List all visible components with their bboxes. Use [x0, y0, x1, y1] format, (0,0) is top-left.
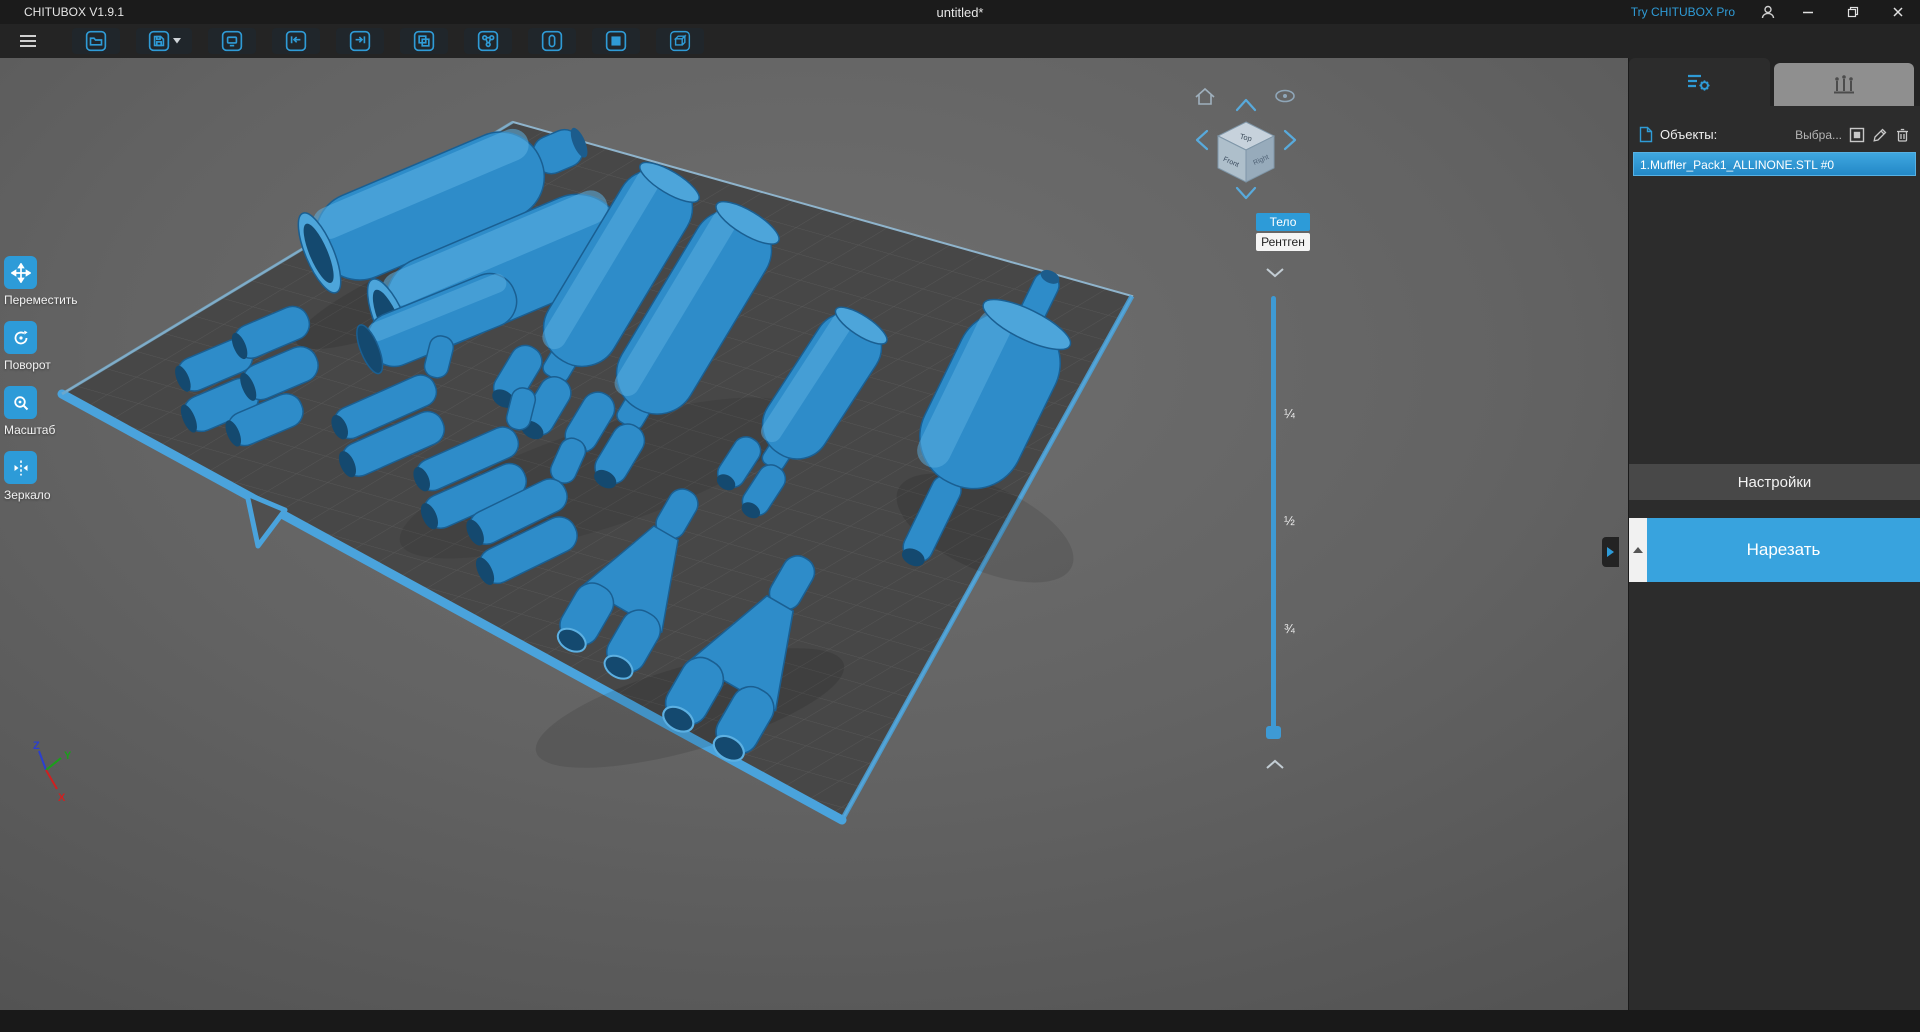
object-item-name: 1.Muffler_Pack1_ALLINONE.STL #0: [1640, 158, 1835, 172]
hollow-button[interactable]: [528, 28, 576, 54]
axis-z-label: Z: [33, 740, 40, 752]
minimize-button[interactable]: [1785, 0, 1830, 24]
edit-icon: [1873, 128, 1887, 142]
screenshot-button[interactable]: [208, 28, 256, 54]
axis-x-label: X: [58, 792, 66, 804]
resin-box-button[interactable]: [656, 28, 704, 54]
rotate-left-arrow[interactable]: [1195, 129, 1209, 151]
try-pro-link[interactable]: Try CHITUBOX Pro: [1631, 5, 1735, 19]
app-title: CHITUBOX V1.9.1: [24, 5, 125, 19]
file-icon: [1639, 126, 1653, 143]
close-icon: [1892, 7, 1903, 17]
expander-up-icon: [1633, 547, 1643, 553]
rotate-down-arrow[interactable]: [1235, 186, 1257, 200]
viewport-canvas[interactable]: Top Front Right Z Y X: [0, 58, 1628, 1010]
axis-indicator: Z Y X: [33, 740, 72, 804]
clip-slider: ¼ ½ ¾: [1254, 266, 1300, 800]
redo-icon: [349, 30, 371, 52]
slice-row: Нарезать: [1629, 518, 1920, 582]
clip-slider-handle[interactable]: [1266, 726, 1281, 739]
clip-label-three-quarter: ¾: [1284, 621, 1295, 636]
rotate-up-arrow[interactable]: [1235, 98, 1257, 112]
rotate-tool-label: Поворот: [4, 358, 51, 372]
close-button[interactable]: [1875, 0, 1920, 24]
settings-button[interactable]: Настройки: [1629, 464, 1920, 500]
user-account-button[interactable]: [1751, 0, 1785, 24]
axis-y-label: Y: [64, 750, 72, 762]
user-icon: [1761, 5, 1775, 19]
mirror-tool-button[interactable]: [4, 451, 37, 484]
mirror-tool-label: Зеркало: [4, 488, 51, 502]
mode-body-button[interactable]: Тело: [1256, 213, 1310, 231]
viewport[interactable]: Top Front Right Z Y X Переместить Поворо…: [0, 58, 1920, 1010]
select-all-icon: [1849, 127, 1865, 142]
selected-hint: Выбра...: [1795, 127, 1842, 142]
panel-collapse-icon: [1607, 547, 1614, 557]
bottom-bar: [0, 1010, 1920, 1032]
title-bar: CHITUBOX V1.9.1 untitled* Try CHITUBOX P…: [0, 0, 1920, 24]
slice-options-expander[interactable]: [1629, 518, 1647, 582]
rotate-right-arrow[interactable]: [1283, 129, 1297, 151]
clip-slider-track[interactable]: [1271, 296, 1276, 732]
scale-tool-button[interactable]: [4, 386, 37, 419]
main-toolbar: [0, 24, 1920, 58]
open-file-icon: [85, 30, 107, 52]
rotate-tool-button[interactable]: [4, 321, 37, 354]
move-icon: [10, 262, 31, 283]
clip-label-quarter: ¼: [1284, 406, 1295, 421]
delete-button[interactable]: [1895, 127, 1910, 143]
restore-icon: [1847, 6, 1858, 18]
save-dropdown-icon[interactable]: [172, 38, 181, 44]
scale-icon: [13, 395, 28, 410]
trash-icon: [1897, 128, 1908, 142]
menu-button[interactable]: [8, 34, 48, 48]
auto-arrange-icon: [477, 30, 499, 52]
panel-collapse-handle[interactable]: [1602, 537, 1619, 567]
save-icon: [148, 30, 169, 52]
hollow-icon: [541, 30, 563, 52]
mirror-icon: [14, 460, 27, 475]
slider-collapse-icon[interactable]: [1261, 266, 1289, 279]
scale-tool-label: Масштаб: [4, 423, 56, 437]
copy-button[interactable]: [400, 28, 448, 54]
render-mode-toggle: Тело Рентген: [1256, 213, 1310, 251]
open-file-button[interactable]: [72, 28, 120, 54]
move-tool-label: Переместить: [4, 293, 78, 307]
redo-button[interactable]: [336, 28, 384, 54]
left-tool-panel: Переместить Поворот Масштаб Зеркало: [4, 256, 100, 516]
copy-icon: [413, 30, 435, 52]
auto-arrange-button[interactable]: [464, 28, 512, 54]
mode-xray-button[interactable]: Рентген: [1256, 233, 1310, 251]
move-tool-button[interactable]: [4, 256, 37, 289]
rename-button[interactable]: [1872, 127, 1888, 143]
objects-header-row: Объекты: Выбра...: [1639, 126, 1910, 143]
panel-tabbar: [1629, 58, 1920, 106]
save-button[interactable]: [136, 28, 192, 54]
dig-hole-icon: [605, 30, 627, 52]
support-icon: [1833, 74, 1854, 93]
menu-icon: [20, 35, 36, 47]
clip-label-half: ½: [1284, 513, 1295, 528]
tab-support[interactable]: [1773, 63, 1914, 106]
view-cube[interactable]: Top Front Right: [1216, 121, 1276, 183]
dig-hole-button[interactable]: [592, 28, 640, 54]
undo-icon: [285, 30, 307, 52]
screenshot-icon: [221, 30, 243, 52]
slider-expand-icon[interactable]: [1261, 758, 1289, 771]
resin-box-icon: [669, 30, 691, 52]
right-panel: Объекты: Выбра... 1.Muffler_Pack1_ALLINO…: [1628, 58, 1920, 1010]
object-list-item[interactable]: 1.Muffler_Pack1_ALLINONE.STL #0: [1633, 152, 1916, 176]
settings-list-icon: [1688, 74, 1710, 91]
objects-label: Объекты:: [1660, 127, 1718, 142]
tab-settings[interactable]: [1629, 58, 1770, 106]
select-all-button[interactable]: [1849, 127, 1865, 143]
rotate-icon: [14, 330, 28, 344]
minimize-icon: [1802, 11, 1813, 14]
perspective-toggle-button[interactable]: [1275, 89, 1295, 103]
restore-button[interactable]: [1830, 0, 1875, 24]
home-view-button[interactable]: [1195, 87, 1215, 105]
slice-button[interactable]: Нарезать: [1647, 518, 1920, 582]
undo-button[interactable]: [272, 28, 320, 54]
